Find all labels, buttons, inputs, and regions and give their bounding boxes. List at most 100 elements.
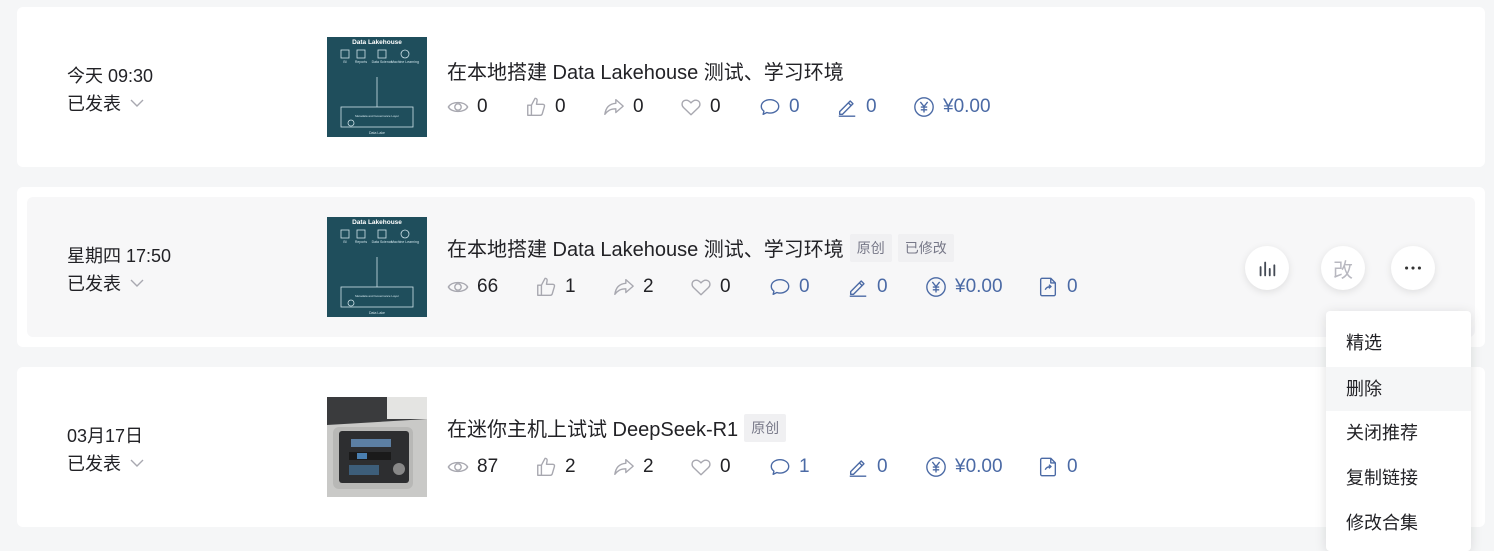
stats-row: 0 0 0 0 0 0 ¥0.00 — [447, 96, 991, 118]
status-dropdown[interactable]: 已发表 — [67, 90, 145, 116]
status-dropdown[interactable]: 已发表 — [67, 450, 145, 476]
title-row: 在迷你主机上试试 DeepSeek-R1 原创 — [447, 413, 787, 442]
svg-text:Data Science: Data Science — [372, 60, 393, 64]
eye-icon — [447, 96, 469, 118]
article-title[interactable]: 在本地搭建 Data Lakehouse 测试、学习环境 — [447, 56, 844, 85]
article-title[interactable]: 在本地搭建 Data Lakehouse 测试、学习环境 — [447, 233, 844, 262]
edits-stat[interactable]: 0 — [836, 96, 913, 118]
thumbs-up-icon — [535, 276, 557, 298]
status-label: 已发表 — [67, 454, 121, 474]
favorites-stat: 0 — [680, 96, 759, 118]
thumb-heading: Data Lakehouse — [352, 39, 402, 46]
svg-text:Metadata and Governance Layer: Metadata and Governance Layer — [355, 114, 399, 118]
stats-row: 87 2 2 0 1 0 ¥0.00 0 — [447, 456, 1078, 478]
edits-stat[interactable]: 0 — [847, 456, 925, 478]
svg-text:Data Lake: Data Lake — [369, 131, 385, 135]
pen-icon — [847, 456, 869, 478]
article-card: 星期四 17:50 已发表 Data Lakehouse BI Reports … — [17, 187, 1485, 347]
status-label: 已发表 — [67, 274, 121, 294]
export-icon — [1037, 276, 1059, 298]
comment-icon — [759, 96, 781, 118]
title-row: 在本地搭建 Data Lakehouse 测试、学习环境 — [447, 56, 844, 85]
views-stat: 0 — [447, 96, 525, 118]
shares-stat: 2 — [613, 276, 690, 298]
svg-text:Reports: Reports — [355, 240, 368, 244]
svg-text:Machine Learning: Machine Learning — [391, 60, 419, 64]
title-row: 在本地搭建 Data Lakehouse 测试、学习环境 原创 已修改 — [447, 233, 954, 262]
svg-text:Metadata and Governance Layer: Metadata and Governance Layer — [355, 294, 399, 298]
pen-icon — [836, 96, 858, 118]
status-dropdown[interactable]: 已发表 — [67, 270, 145, 296]
shares-stat: 2 — [613, 456, 690, 478]
menu-item-delete[interactable]: 删除 — [1326, 367, 1471, 411]
comments-stat[interactable]: 1 — [769, 456, 847, 478]
share-icon — [613, 276, 635, 298]
edits-stat[interactable]: 0 — [847, 276, 925, 298]
status-label: 已发表 — [67, 94, 121, 114]
article-card: 今天 09:30 已发表 Data Lakehouse BI Reports D… — [17, 7, 1485, 167]
article-thumbnail[interactable]: Data Lakehouse BI Reports Data Science M… — [327, 217, 427, 317]
thumbs-up-icon — [525, 96, 547, 118]
menu-item-disable-recommend[interactable]: 关闭推荐 — [1326, 411, 1471, 455]
share-icon — [613, 456, 635, 478]
eye-icon — [447, 276, 469, 298]
favorites-stat: 0 — [690, 276, 769, 298]
comment-icon — [769, 276, 791, 298]
original-tag: 原创 — [849, 233, 892, 262]
more-actions-menu: 精选 删除 关闭推荐 复制链接 修改合集 — [1326, 311, 1471, 551]
income-stat[interactable]: ¥0.00 — [925, 456, 1037, 478]
yuan-icon — [925, 276, 947, 298]
svg-text:Machine Learning: Machine Learning — [391, 240, 419, 244]
export-icon — [1037, 456, 1059, 478]
pen-icon — [847, 276, 869, 298]
svg-text:Data Science: Data Science — [372, 240, 393, 244]
chevron-down-icon — [129, 455, 145, 471]
publish-date: 今天 09:30 — [67, 66, 154, 86]
likes-stat: 1 — [535, 276, 613, 298]
yuan-icon — [925, 456, 947, 478]
chevron-down-icon — [129, 275, 145, 291]
views-stat: 66 — [447, 276, 535, 298]
menu-item-copy-link[interactable]: 复制链接 — [1326, 456, 1471, 500]
eye-icon — [447, 456, 469, 478]
edit-button[interactable]: 改 — [1321, 246, 1365, 290]
article-thumbnail[interactable]: Data Lakehouse BI Reports Data Science M… — [327, 37, 427, 137]
bar-chart-icon — [1259, 261, 1276, 277]
comments-stat[interactable]: 0 — [769, 276, 847, 298]
thumbs-up-icon — [535, 456, 557, 478]
original-tag: 原创 — [744, 413, 787, 442]
menu-item-edit-collection[interactable]: 修改合集 — [1326, 501, 1471, 545]
share-icon — [603, 96, 625, 118]
data-analysis-button[interactable] — [1245, 246, 1289, 290]
article-title[interactable]: 在迷你主机上试试 DeepSeek-R1 — [447, 413, 738, 442]
heart-icon — [690, 456, 712, 478]
favorites-stat: 0 — [690, 456, 769, 478]
income-stat[interactable]: ¥0.00 — [913, 96, 991, 118]
heart-icon — [680, 96, 702, 118]
likes-stat: 2 — [535, 456, 613, 478]
publish-date: 03月17日 — [67, 426, 144, 446]
publish-date: 星期四 17:50 — [67, 246, 172, 266]
more-button[interactable] — [1391, 246, 1435, 290]
comments-stat[interactable]: 0 — [759, 96, 836, 118]
article-card: 03月17日 已发表 在迷你主机上试试 DeepSeek-R1 原创 87 2 … — [17, 367, 1485, 527]
exports-stat[interactable]: 0 — [1037, 456, 1078, 478]
yuan-icon — [913, 96, 935, 118]
heart-icon — [690, 276, 712, 298]
svg-text:BI: BI — [343, 60, 346, 64]
income-stat[interactable]: ¥0.00 — [925, 276, 1037, 298]
comment-icon — [769, 456, 791, 478]
chevron-down-icon — [129, 95, 145, 111]
thumb-heading: Data Lakehouse — [352, 219, 402, 226]
modified-tag: 已修改 — [897, 233, 954, 262]
exports-stat[interactable]: 0 — [1037, 276, 1078, 298]
svg-text:Reports: Reports — [355, 60, 368, 64]
svg-text:Data Lake: Data Lake — [369, 311, 385, 315]
article-thumbnail[interactable] — [327, 397, 427, 497]
more-icon — [1405, 266, 1421, 270]
shares-stat: 0 — [603, 96, 680, 118]
svg-text:BI: BI — [343, 240, 346, 244]
menu-item-feature[interactable]: 精选 — [1326, 321, 1471, 365]
stats-row: 66 1 2 0 0 0 ¥0.00 0 — [447, 276, 1078, 298]
views-stat: 87 — [447, 456, 535, 478]
